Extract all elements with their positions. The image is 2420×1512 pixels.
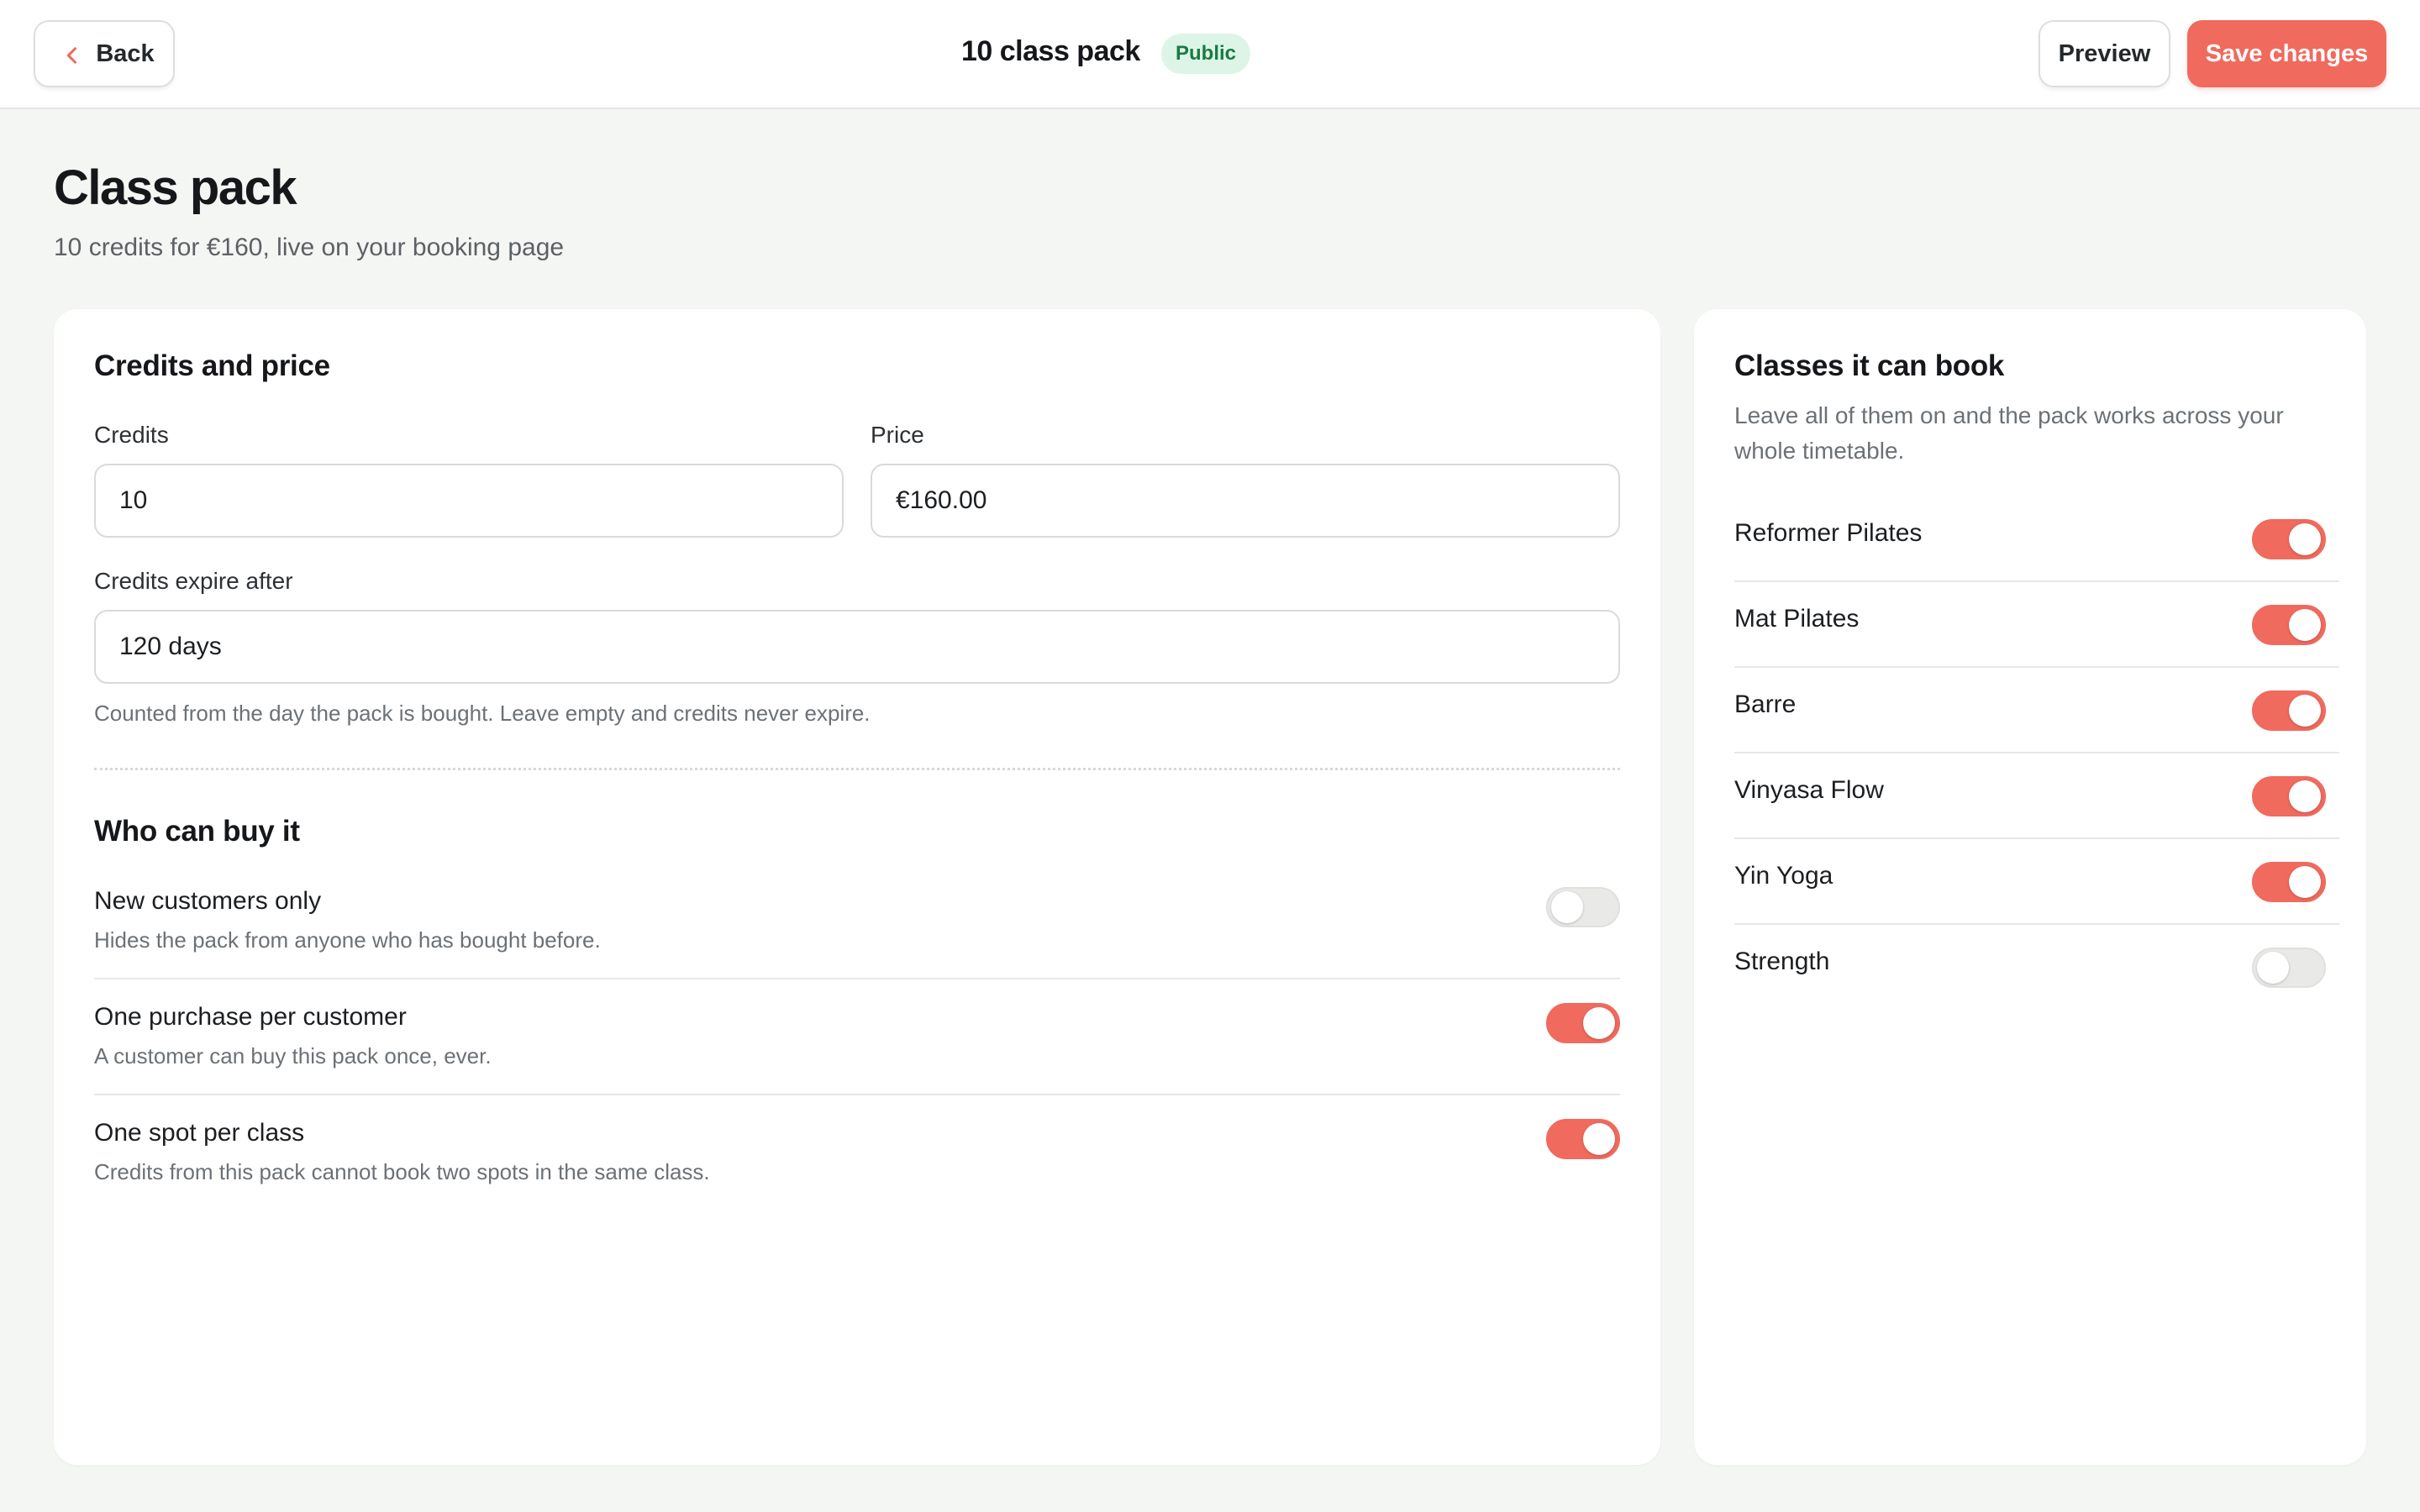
top-bar: Back 10 class pack Public Preview Save c…	[0, 0, 2420, 109]
one-spot-per-class-toggle[interactable]	[1546, 1119, 1620, 1159]
row-divider	[1734, 752, 2339, 753]
row-divider	[1734, 580, 2339, 582]
price-input[interactable]: €160.00	[871, 464, 1620, 538]
row-divider	[94, 1094, 1620, 1095]
class-toggle-barre[interactable]	[2252, 690, 2326, 731]
new-customers-only-toggle[interactable]	[1546, 887, 1620, 927]
rule-title: New customers only	[94, 887, 322, 915]
class-name: Vinyasa Flow	[1734, 776, 1884, 804]
class-toggle-yin-yoga[interactable]	[2252, 862, 2326, 902]
toggle-knob	[1583, 1123, 1615, 1155]
toggle-knob	[1583, 1007, 1615, 1039]
expire-hint: Counted from the day the pack is bought.…	[94, 701, 871, 726]
class-name: Yin Yoga	[1734, 862, 1833, 890]
toggle-knob	[1551, 891, 1583, 923]
section-divider	[94, 768, 1620, 770]
classes-heading: Classes it can book	[1734, 349, 2005, 382]
expire-label: Credits expire after	[94, 568, 293, 594]
toggle-knob	[2289, 866, 2321, 898]
status-badge: Public	[1161, 34, 1250, 74]
save-button[interactable]: Save changes	[2187, 20, 2386, 87]
toggle-knob	[2257, 952, 2289, 984]
rule-desc: A customer can buy this pack once, ever.	[94, 1043, 492, 1068]
class-toggle-reformer-pilates[interactable]	[2252, 519, 2326, 559]
back-button[interactable]: Back	[34, 20, 175, 87]
page-subtitle: 10 credits for €160, live on your bookin…	[54, 234, 565, 261]
row-divider	[94, 978, 1620, 979]
class-name: Mat Pilates	[1734, 605, 1860, 633]
toggle-knob	[2289, 609, 2321, 641]
row-divider	[1734, 923, 2339, 925]
classes-card: Classes it can book Leave all of them on…	[1694, 309, 2366, 1465]
class-toggle-vinyasa-flow[interactable]	[2252, 776, 2326, 816]
expire-input[interactable]: 120 days	[94, 610, 1620, 684]
class-toggle-mat-pilates[interactable]	[2252, 605, 2326, 645]
preview-button[interactable]: Preview	[2039, 20, 2170, 87]
row-divider	[1734, 666, 2339, 668]
classes-description: Leave all of them on and the pack works …	[1734, 402, 2284, 464]
rule-title: One purchase per customer	[94, 1003, 407, 1031]
toggle-knob	[2289, 695, 2321, 727]
toggle-knob	[2289, 780, 2321, 812]
one-purchase-per-customer-toggle[interactable]	[1546, 1003, 1620, 1043]
class-name: Strength	[1734, 948, 1830, 975]
credits-label: Credits	[94, 422, 169, 448]
pack-settings-card: Credits and price Credits 10 Price €160.…	[54, 309, 1660, 1465]
row-divider	[1734, 837, 2339, 839]
rule-desc: Hides the pack from anyone who has bough…	[94, 927, 601, 953]
rule-title: One spot per class	[94, 1119, 305, 1147]
class-name: Barre	[1734, 690, 1797, 718]
price-label: Price	[871, 422, 924, 448]
rule-desc: Credits from this pack cannot book two s…	[94, 1159, 710, 1184]
class-name: Reformer Pilates	[1734, 519, 1923, 547]
document-title: 10 class pack	[961, 35, 1140, 67]
page-title: Class pack	[54, 160, 297, 215]
price-input-value: €160.00	[896, 486, 987, 514]
expire-input-value: 120 days	[119, 633, 222, 660]
who-can-buy-heading: Who can buy it	[94, 815, 300, 848]
class-toggle-strength[interactable]	[2252, 948, 2326, 988]
toggle-knob	[2289, 523, 2321, 555]
back-button-label: Back	[96, 39, 155, 67]
credits-input-value: 10	[119, 486, 148, 514]
credits-input[interactable]: 10	[94, 464, 844, 538]
chevron-left-icon	[66, 47, 77, 64]
credits-price-heading: Credits and price	[94, 349, 330, 382]
